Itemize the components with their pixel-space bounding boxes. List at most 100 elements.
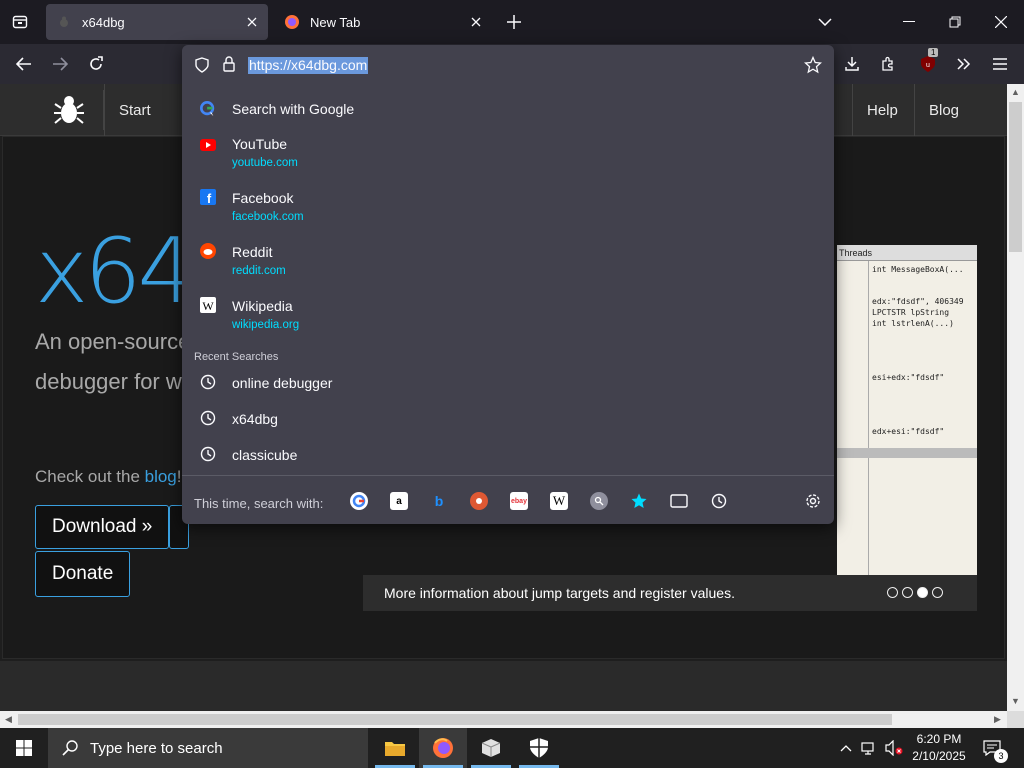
folder-icon <box>385 742 405 756</box>
firefox-view-button[interactable] <box>6 8 34 36</box>
carousel-dot[interactable] <box>932 587 943 598</box>
tab-new-tab[interactable]: New Tab <box>274 4 492 40</box>
donate-button[interactable]: Donate <box>35 551 131 597</box>
close-tab-icon[interactable] <box>240 10 264 34</box>
network-tray-button[interactable] <box>860 738 880 758</box>
blog-callout-prefix: Check out the <box>35 467 145 486</box>
tabs-icon[interactable] <box>670 492 688 510</box>
reload-button[interactable] <box>82 52 110 76</box>
recent-search-row[interactable]: online debugger <box>182 371 834 395</box>
tab-title: New Tab <box>310 14 361 30</box>
taskbar-security-app[interactable] <box>515 728 563 768</box>
bing-icon[interactable]: b <box>430 492 448 510</box>
close-window-button[interactable] <box>978 0 1024 44</box>
screenshot-line: LPCTSTR lpString <box>872 308 950 317</box>
firefox-favicon-icon <box>284 14 300 30</box>
hero-subtitle-line2: debugger for win <box>35 369 199 394</box>
bug-logo-icon <box>53 96 84 124</box>
result-url: facebook.com <box>232 211 304 223</box>
one-off-search-label: This time, search with: <box>194 496 324 511</box>
screenshot-divider <box>868 261 869 575</box>
carousel-dot[interactable] <box>887 587 898 598</box>
search-with-google-row[interactable]: Search with Google <box>182 97 834 121</box>
urlbar-dropdown: https://x64dbg.com Search with Google Yo… <box>182 45 834 524</box>
carousel-dot-active[interactable] <box>917 587 928 598</box>
result-row-youtube[interactable]: YouTube youtube.com <box>182 133 834 175</box>
horizontal-scrollbar[interactable]: ◀ ▶ <box>0 711 1007 728</box>
scroll-left-icon[interactable]: ◀ <box>5 714 12 725</box>
wikipedia-icon[interactable]: W <box>550 492 568 510</box>
list-all-tabs-button[interactable] <box>812 10 838 34</box>
taskbar-3d-box-app[interactable] <box>467 728 515 768</box>
cube-icon <box>481 739 501 757</box>
app-menu-button[interactable] <box>986 52 1014 76</box>
windows-logo-icon <box>16 740 32 756</box>
hero-title: x64 <box>35 219 195 324</box>
site-nav-blog[interactable]: Blog <box>914 84 973 136</box>
downloads-button[interactable] <box>838 52 866 76</box>
debugger-screenshot: Threads int MessageBoxA(... edx:"fdsdf",… <box>837 245 977 575</box>
reload-icon <box>90 56 103 70</box>
amazon-icon[interactable]: a <box>390 492 408 510</box>
new-tab-button[interactable] <box>502 10 526 34</box>
restore-button[interactable] <box>932 0 978 44</box>
duckduckgo-icon[interactable] <box>470 492 488 510</box>
taskbar-search-box[interactable]: Type here to search <box>48 728 368 768</box>
blog-link[interactable]: blog <box>145 467 177 486</box>
horizontal-scroll-thumb[interactable] <box>18 714 892 725</box>
scroll-down-icon[interactable]: ▼ <box>1011 696 1020 706</box>
url-input[interactable]: https://x64dbg.com <box>248 57 369 74</box>
arrow-right-icon <box>53 57 68 71</box>
carousel-dot[interactable] <box>902 587 913 598</box>
clock-icon <box>200 374 216 390</box>
hamburger-icon <box>993 58 1007 70</box>
google-icon[interactable] <box>350 492 368 510</box>
extensions-button[interactable] <box>874 52 902 76</box>
result-row-wikipedia[interactable]: W Wikipedia wikipedia.org <box>182 295 834 337</box>
vertical-scrollbar[interactable]: ▲ ▼ <box>1007 84 1024 711</box>
taskbar-clock[interactable]: 6:20 PM 2/10/2025 <box>906 731 972 765</box>
result-row-reddit[interactable]: Reddit reddit.com <box>182 241 834 283</box>
more-tools-button[interactable] <box>950 52 978 76</box>
url-input-row[interactable]: https://x64dbg.com <box>182 45 834 85</box>
x64dbg-logo[interactable] <box>34 90 104 130</box>
taskbar-firefox[interactable] <box>419 728 467 768</box>
result-row-facebook[interactable]: f Facebook facebook.com <box>182 187 834 229</box>
download-button[interactable]: Download » <box>35 505 170 549</box>
lock-icon[interactable] <box>222 56 236 72</box>
search-engine-icon[interactable] <box>590 492 608 510</box>
screenshot-line: esi+edx:"fdsdf" <box>872 373 945 382</box>
ublock-extension-button[interactable]: u 1 <box>914 48 942 76</box>
site-nav-start[interactable]: Start <box>104 84 165 136</box>
tab-x64dbg[interactable]: x64dbg <box>46 4 268 40</box>
facebook-icon: f <box>200 189 216 205</box>
back-button[interactable] <box>10 52 38 76</box>
hero-subtitle-line1: An open-source <box>35 329 191 354</box>
firefox-view-icon <box>12 15 28 29</box>
shield-icon[interactable] <box>194 57 210 73</box>
result-url: reddit.com <box>232 265 286 277</box>
start-button[interactable] <box>0 728 48 768</box>
taskbar-file-explorer[interactable] <box>371 728 419 768</box>
firefox-icon <box>433 738 453 758</box>
bookmarks-icon[interactable] <box>630 492 648 510</box>
ebay-icon[interactable]: ebay <box>510 492 528 510</box>
bug-favicon-icon <box>56 14 72 30</box>
recent-search-row[interactable]: x64dbg <box>182 407 834 431</box>
scroll-right-icon[interactable]: ▶ <box>994 714 1001 725</box>
recent-search-row[interactable]: classicube <box>182 443 834 467</box>
history-icon[interactable] <box>710 492 728 510</box>
forward-button[interactable] <box>46 52 74 76</box>
youtube-icon <box>200 137 216 153</box>
svg-text:f: f <box>207 191 212 205</box>
star-icon[interactable] <box>804 56 822 74</box>
settings-icon[interactable] <box>804 492 822 510</box>
volume-tray-button[interactable] <box>884 738 904 758</box>
scroll-up-icon[interactable]: ▲ <box>1011 87 1020 97</box>
site-nav-help[interactable]: Help <box>852 84 912 136</box>
vertical-scroll-thumb[interactable] <box>1009 102 1022 252</box>
show-hidden-icons-button[interactable] <box>836 738 856 758</box>
minimize-button[interactable] <box>886 0 932 44</box>
page-footer <box>0 661 1007 711</box>
close-tab-icon[interactable] <box>464 10 488 34</box>
